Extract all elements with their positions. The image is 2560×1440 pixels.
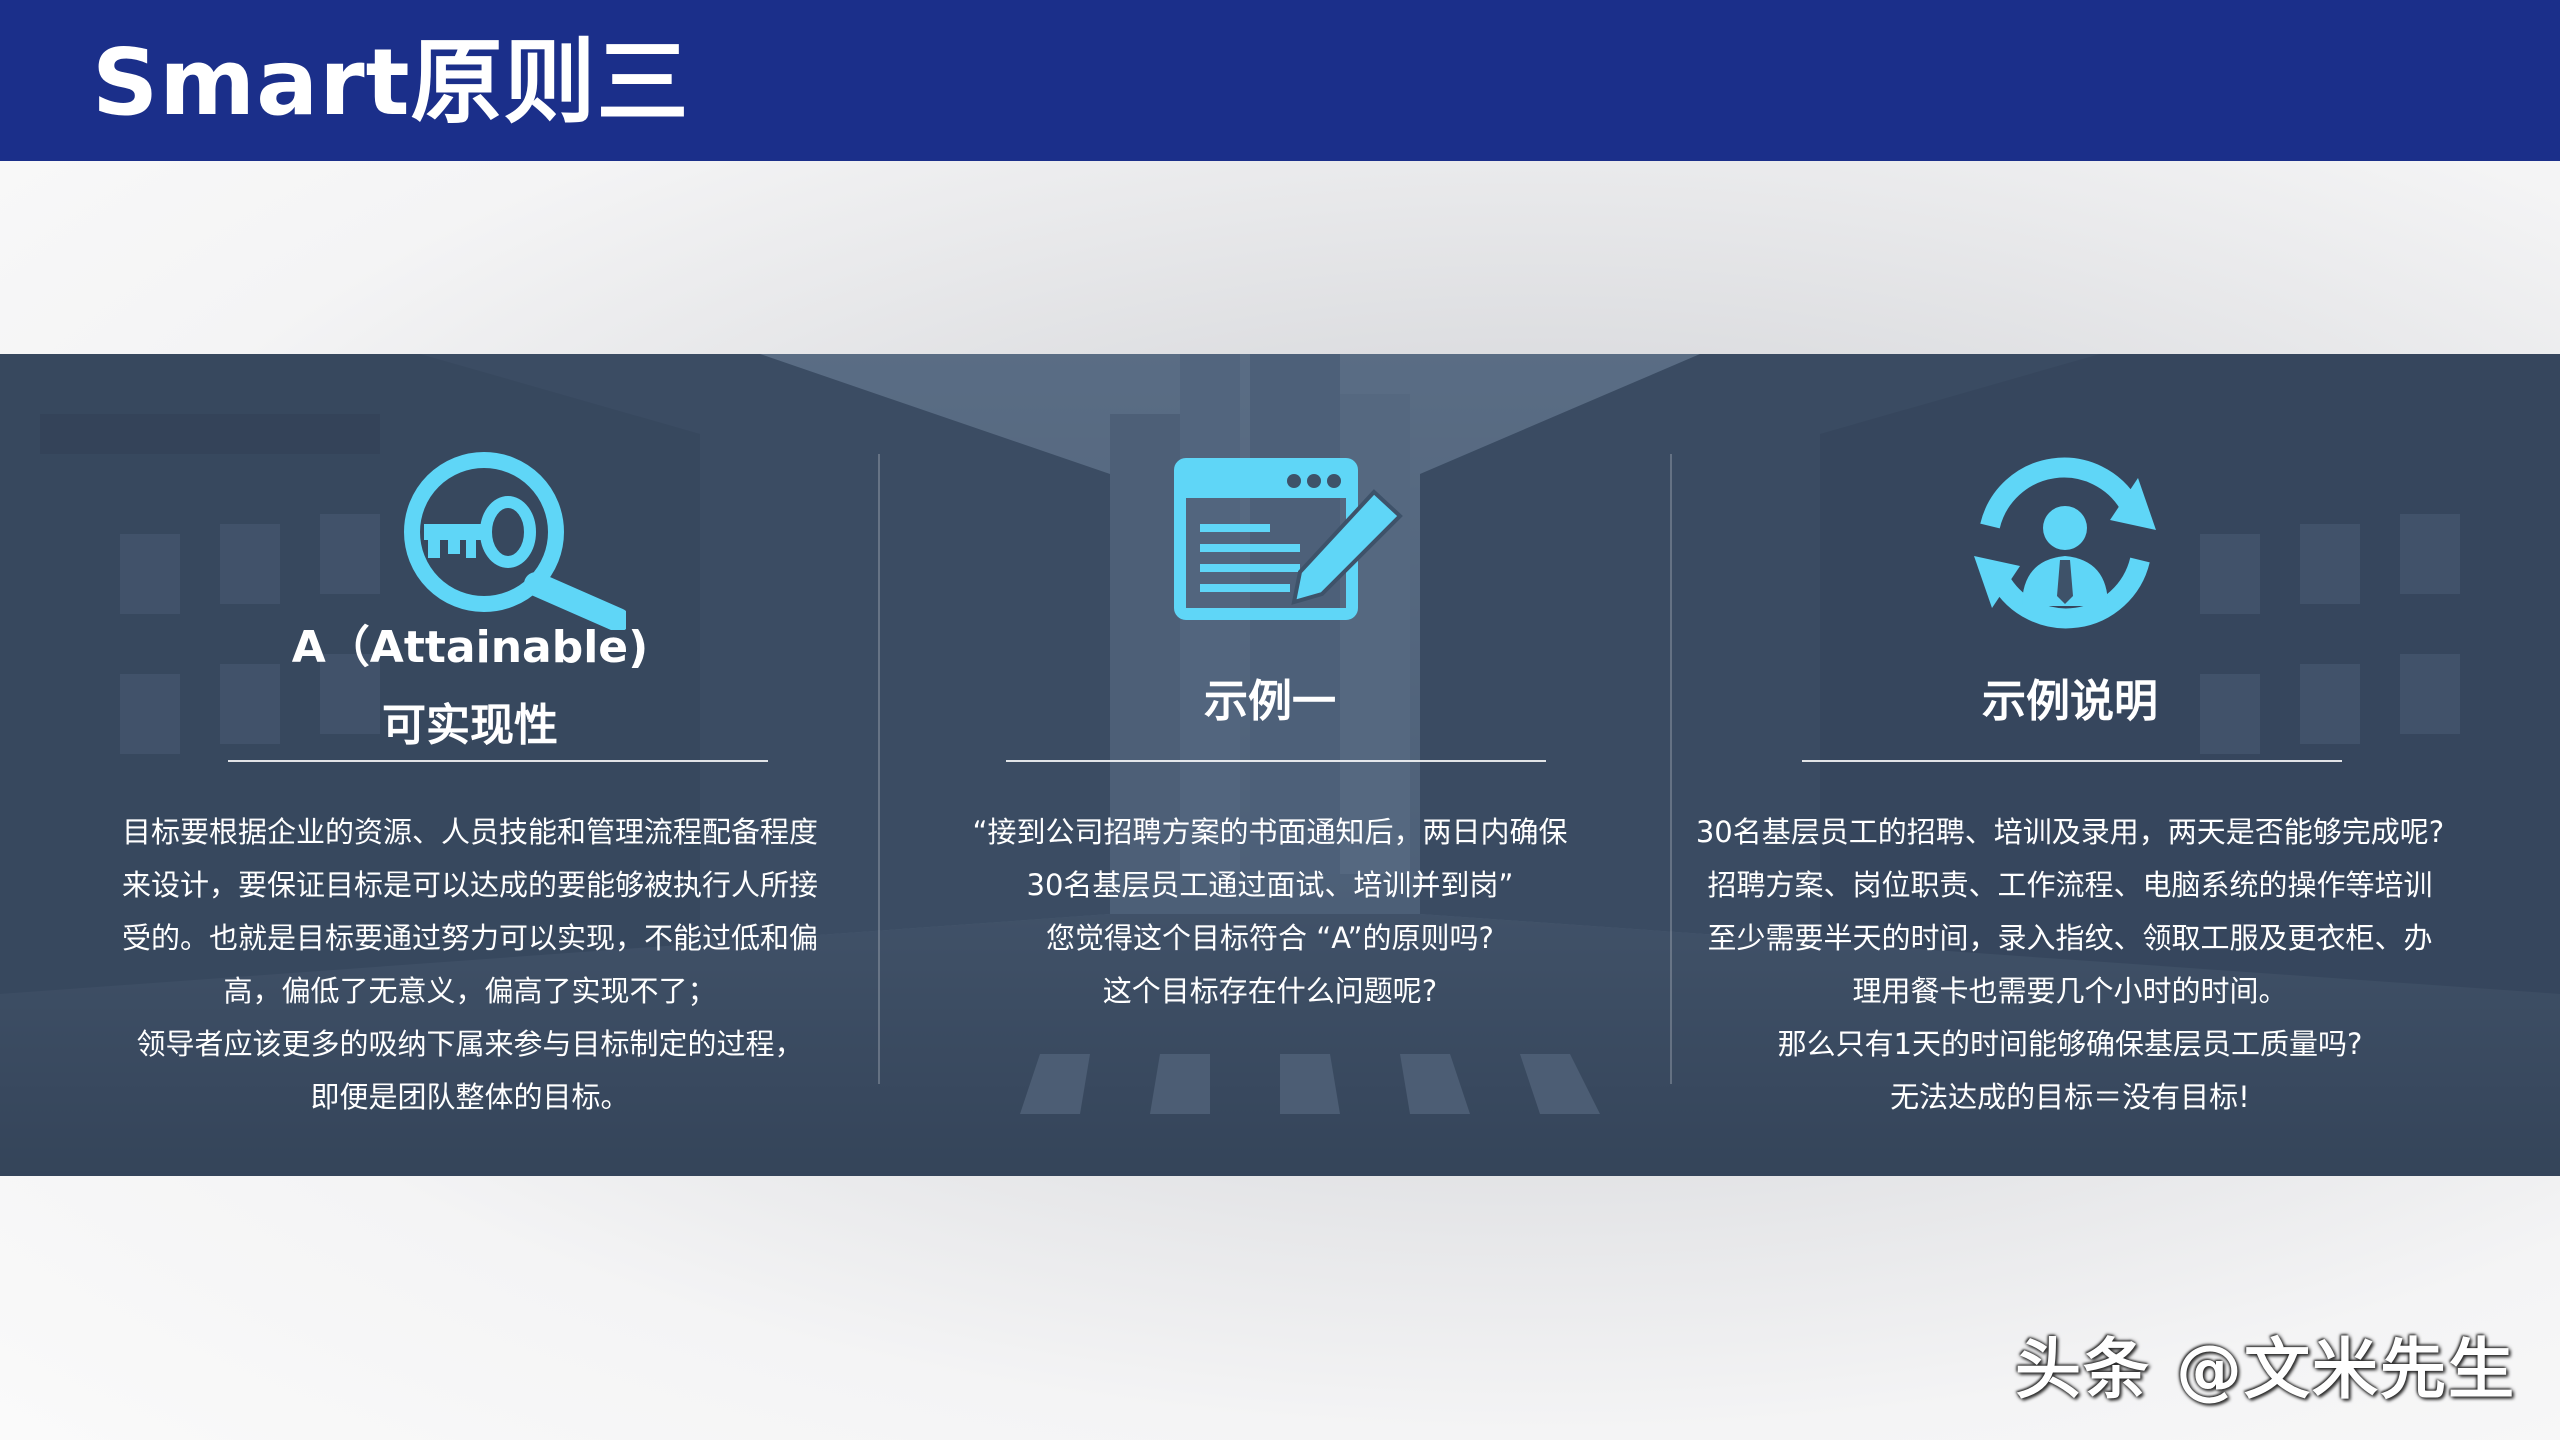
- column-divider: [878, 454, 880, 1084]
- column-body: “接到公司招聘方案的书面通知后，两日内确保 30名基层员工通过面试、培训并到岗”…: [900, 806, 1640, 1018]
- body-line: 理用餐卡也需要几个小时的时间。: [1852, 974, 2288, 1008]
- content-band: A（Attainable) 可实现性 目标要根据企业的资源、人员技能和管理流程配…: [0, 354, 2560, 1176]
- title-rule: [1006, 760, 1546, 762]
- key-magnifier-icon: [396, 450, 630, 634]
- body-line: 30名基层员工的招聘、培训及录用，两天是否能够完成呢?: [1695, 815, 2445, 849]
- body-line: 那么只有1天的时间能够确保基层员工质量吗?: [1777, 1027, 2363, 1061]
- column-body: 30名基层员工的招聘、培训及录用，两天是否能够完成呢? 招聘方案、岗位职责、工作…: [1690, 806, 2450, 1124]
- title-rule: [1802, 760, 2342, 762]
- column-title: 可实现性: [382, 700, 558, 751]
- body-line: 领导者应该更多的吸纳下属来参与目标制定的过程，: [136, 1027, 804, 1061]
- header-bar: Smart原则三: [0, 0, 2560, 161]
- person-cycle-icon: [1960, 456, 2170, 640]
- column-title: 示例一: [1204, 676, 1336, 727]
- column-title: 示例说明: [1982, 676, 2158, 727]
- body-line: “接到公司招聘方案的书面通知后，两日内确保: [972, 815, 1568, 849]
- column-divider: [1670, 454, 1672, 1084]
- watermark-text: 头条 @文米先生: [2015, 1331, 2516, 1408]
- body-line: 来设计，要保证目标是可以达成的要能够被执行人所接: [121, 868, 818, 902]
- title-rule: [228, 760, 768, 762]
- column-attainable: A（Attainable) 可实现性 目标要根据企业的资源、人员技能和管理流程配…: [100, 354, 840, 1176]
- column-body: 目标要根据企业的资源、人员技能和管理流程配备程度 来设计，要保证目标是可以达成的…: [100, 806, 840, 1124]
- page-title: Smart原则三: [92, 29, 690, 136]
- body-line: 受的。也就是目标要通过努力可以实现，不能过低和偏: [121, 921, 818, 955]
- slide: Smart原则三 A（Attainable) 可实现性 目标要根据企业的资源、人…: [0, 0, 2560, 1440]
- body-line: 目标要根据企业的资源、人员技能和管理流程配备程度: [121, 815, 818, 849]
- document-edit-icon: [1174, 458, 1404, 632]
- body-line: 无法达成的目标＝没有目标!: [1890, 1080, 2250, 1114]
- body-line: 招聘方案、岗位职责、工作流程、电脑系统的操作等培训: [1707, 868, 2433, 902]
- body-line: 您觉得这个目标符合 “A”的原则吗?: [1046, 921, 1494, 955]
- column-explanation: 示例说明 30名基层员工的招聘、培训及录用，两天是否能够完成呢? 招聘方案、岗位…: [1690, 354, 2450, 1176]
- body-line: 30名基层员工通过面试、培训并到岗”: [1026, 868, 1514, 902]
- column-title-english: A（Attainable): [291, 622, 649, 673]
- body-line: 即便是团队整体的目标。: [310, 1080, 630, 1114]
- body-line: 至少需要半天的时间，录入指纹、领取工服及更衣柜、办: [1707, 921, 2433, 955]
- body-line: 高，偏低了无意义，偏高了实现不了；: [223, 974, 717, 1008]
- column-example: 示例一 “接到公司招聘方案的书面通知后，两日内确保 30名基层员工通过面试、培训…: [900, 354, 1640, 1176]
- body-line: 这个目标存在什么问题呢?: [1102, 974, 1438, 1008]
